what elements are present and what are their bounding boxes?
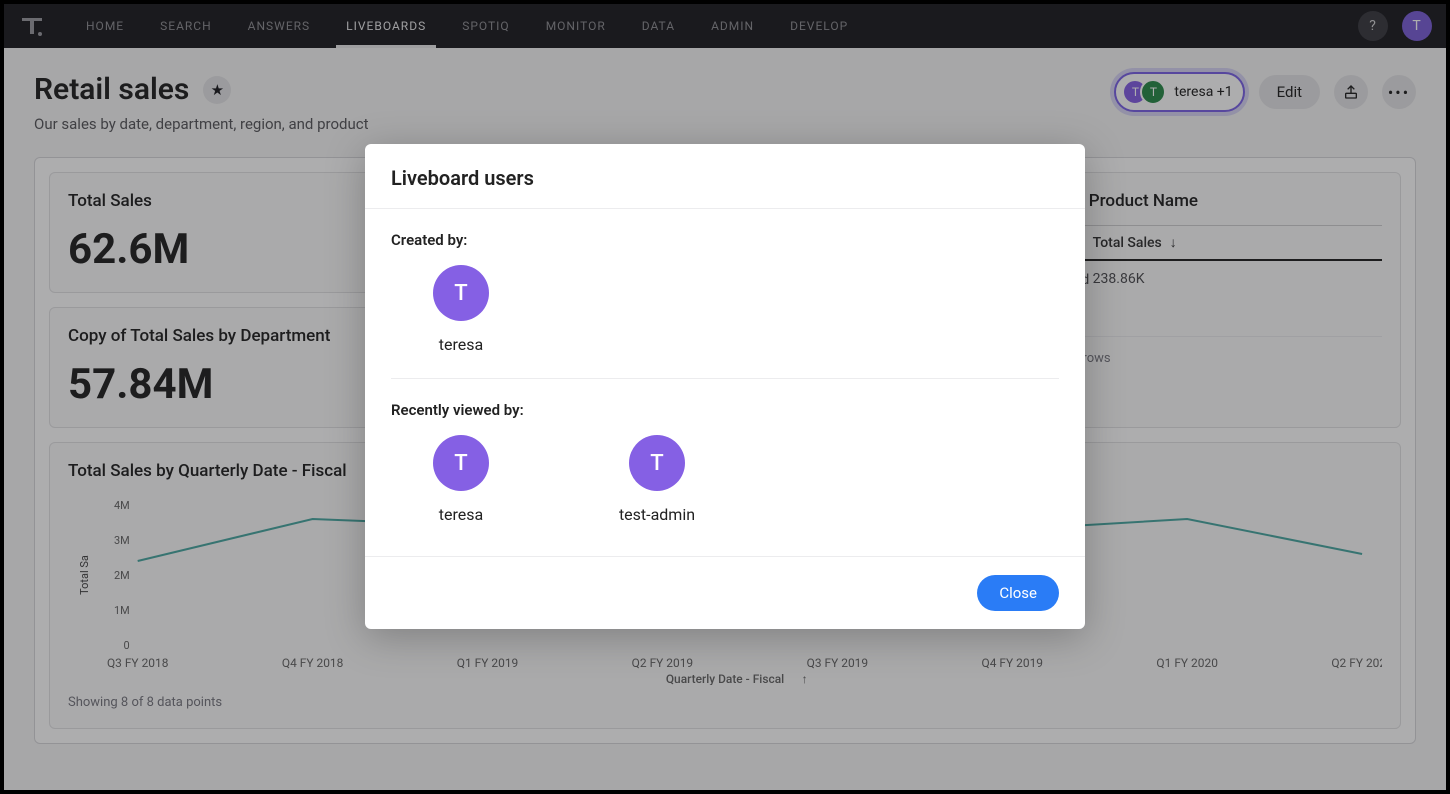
app-frame: HOMESEARCHANSWERSLIVEBOARDSSPOTIQMONITOR… (4, 4, 1446, 790)
close-button[interactable]: Close (977, 575, 1059, 611)
user-name: teresa (439, 335, 483, 354)
user-avatar: T (629, 435, 685, 491)
modal-title: Liveboard users (365, 144, 1085, 209)
user-card[interactable]: Ttest-admin (587, 435, 727, 524)
liveboard-users-modal: Liveboard users Created by: Tteresa Rece… (365, 144, 1085, 629)
user-name: teresa (439, 505, 483, 524)
divider (391, 378, 1059, 379)
user-card[interactable]: Tteresa (391, 435, 531, 524)
user-avatar: T (433, 265, 489, 321)
recently-viewed-list: TteresaTtest-admin (391, 435, 1059, 524)
recently-viewed-label: Recently viewed by: (391, 401, 1059, 419)
created-by-label: Created by: (391, 231, 1059, 249)
user-avatar: T (433, 435, 489, 491)
created-by-list: Tteresa (391, 265, 1059, 354)
user-card[interactable]: Tteresa (391, 265, 531, 354)
user-name: test-admin (619, 505, 695, 524)
